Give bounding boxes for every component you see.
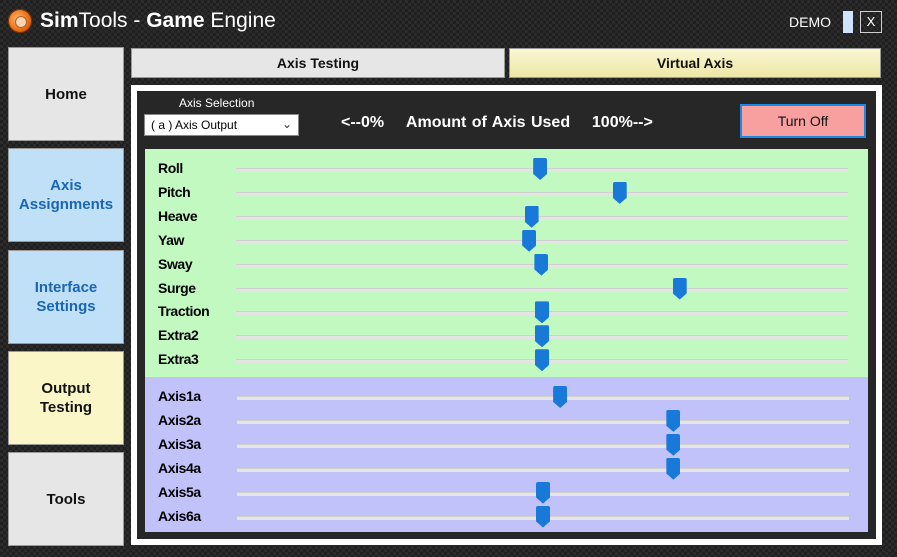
axis-selection-label: Axis Selection — [179, 96, 255, 110]
slider-track-yaw[interactable] — [236, 239, 848, 244]
slider-track-pitch[interactable] — [236, 191, 848, 196]
axis-label-axis1a: Axis1a — [158, 388, 201, 404]
slider-track-heave[interactable] — [236, 215, 848, 220]
axis-selection-value: ( a ) Axis Output — [151, 118, 238, 132]
slider-track-axis1a[interactable] — [237, 396, 849, 400]
turn-off-button[interactable]: Turn Off — [740, 104, 866, 138]
axis-label-pitch: Pitch — [158, 183, 191, 200]
axis-label-axis6a: Axis6a — [158, 507, 201, 524]
axis-label-heave: Heave — [158, 207, 198, 224]
amount-min-label: <--0% — [341, 114, 385, 131]
axis-label-extra2: Extra2 — [158, 327, 199, 344]
app-logo-icon — [8, 9, 32, 33]
sidebar-item-tools[interactable]: Tools — [8, 452, 124, 546]
slider-track-axis3a[interactable] — [237, 443, 849, 448]
axis-label-extra3: Extra3 — [158, 351, 199, 368]
slider-track-axis4a[interactable] — [237, 467, 849, 472]
sidebar-item-interface-settings[interactable]: Interface Settings — [8, 250, 124, 344]
sidebar-item-home[interactable]: Home — [8, 47, 124, 141]
demo-label: DEMO — [789, 14, 831, 30]
slider-track-axis2a[interactable] — [237, 419, 849, 424]
title-bar: SimTools - Game Engine DEMO X — [0, 0, 897, 44]
axis-label-surge: Surge — [158, 279, 196, 296]
axis-label-axis4a: Axis4a — [158, 459, 201, 476]
tab-virtual-axis[interactable]: Virtual Axis — [509, 48, 881, 78]
axis-label-axis5a: Axis5a — [158, 483, 201, 500]
axis-label-yaw: Yaw — [158, 231, 185, 248]
tab-axis-testing[interactable]: Axis Testing — [131, 48, 505, 78]
axis-label-traction: Traction — [158, 303, 210, 320]
virtual-axes-group — [145, 377, 868, 532]
axis-label-sway: Sway — [158, 255, 193, 272]
sidebar-item-output-testing[interactable]: Output Testing — [8, 351, 124, 445]
sidebar-item-axis-assignments[interactable]: Axis Assignments — [8, 148, 124, 242]
close-button[interactable]: X — [860, 11, 882, 33]
app-title: SimTools - Game Engine — [40, 9, 276, 32]
amount-max-label: 100%--> — [591, 114, 653, 131]
amount-title: Amount of Axis Used — [405, 114, 571, 131]
chevron-down-icon: ⌄ — [281, 117, 292, 131]
axis-label-axis3a: Axis3a — [158, 435, 201, 452]
axis-label-axis2a: Axis2a — [158, 411, 201, 428]
axis-label-roll: Roll — [158, 160, 183, 176]
axis-selection-dropdown[interactable]: ( a ) Axis Output ⌄ — [144, 114, 299, 136]
demo-indicator — [843, 11, 853, 33]
amount-of-axis-used-caption: <--0% Amount of Axis Used 100%--> — [341, 114, 653, 132]
slider-track-surge[interactable] — [236, 287, 848, 292]
